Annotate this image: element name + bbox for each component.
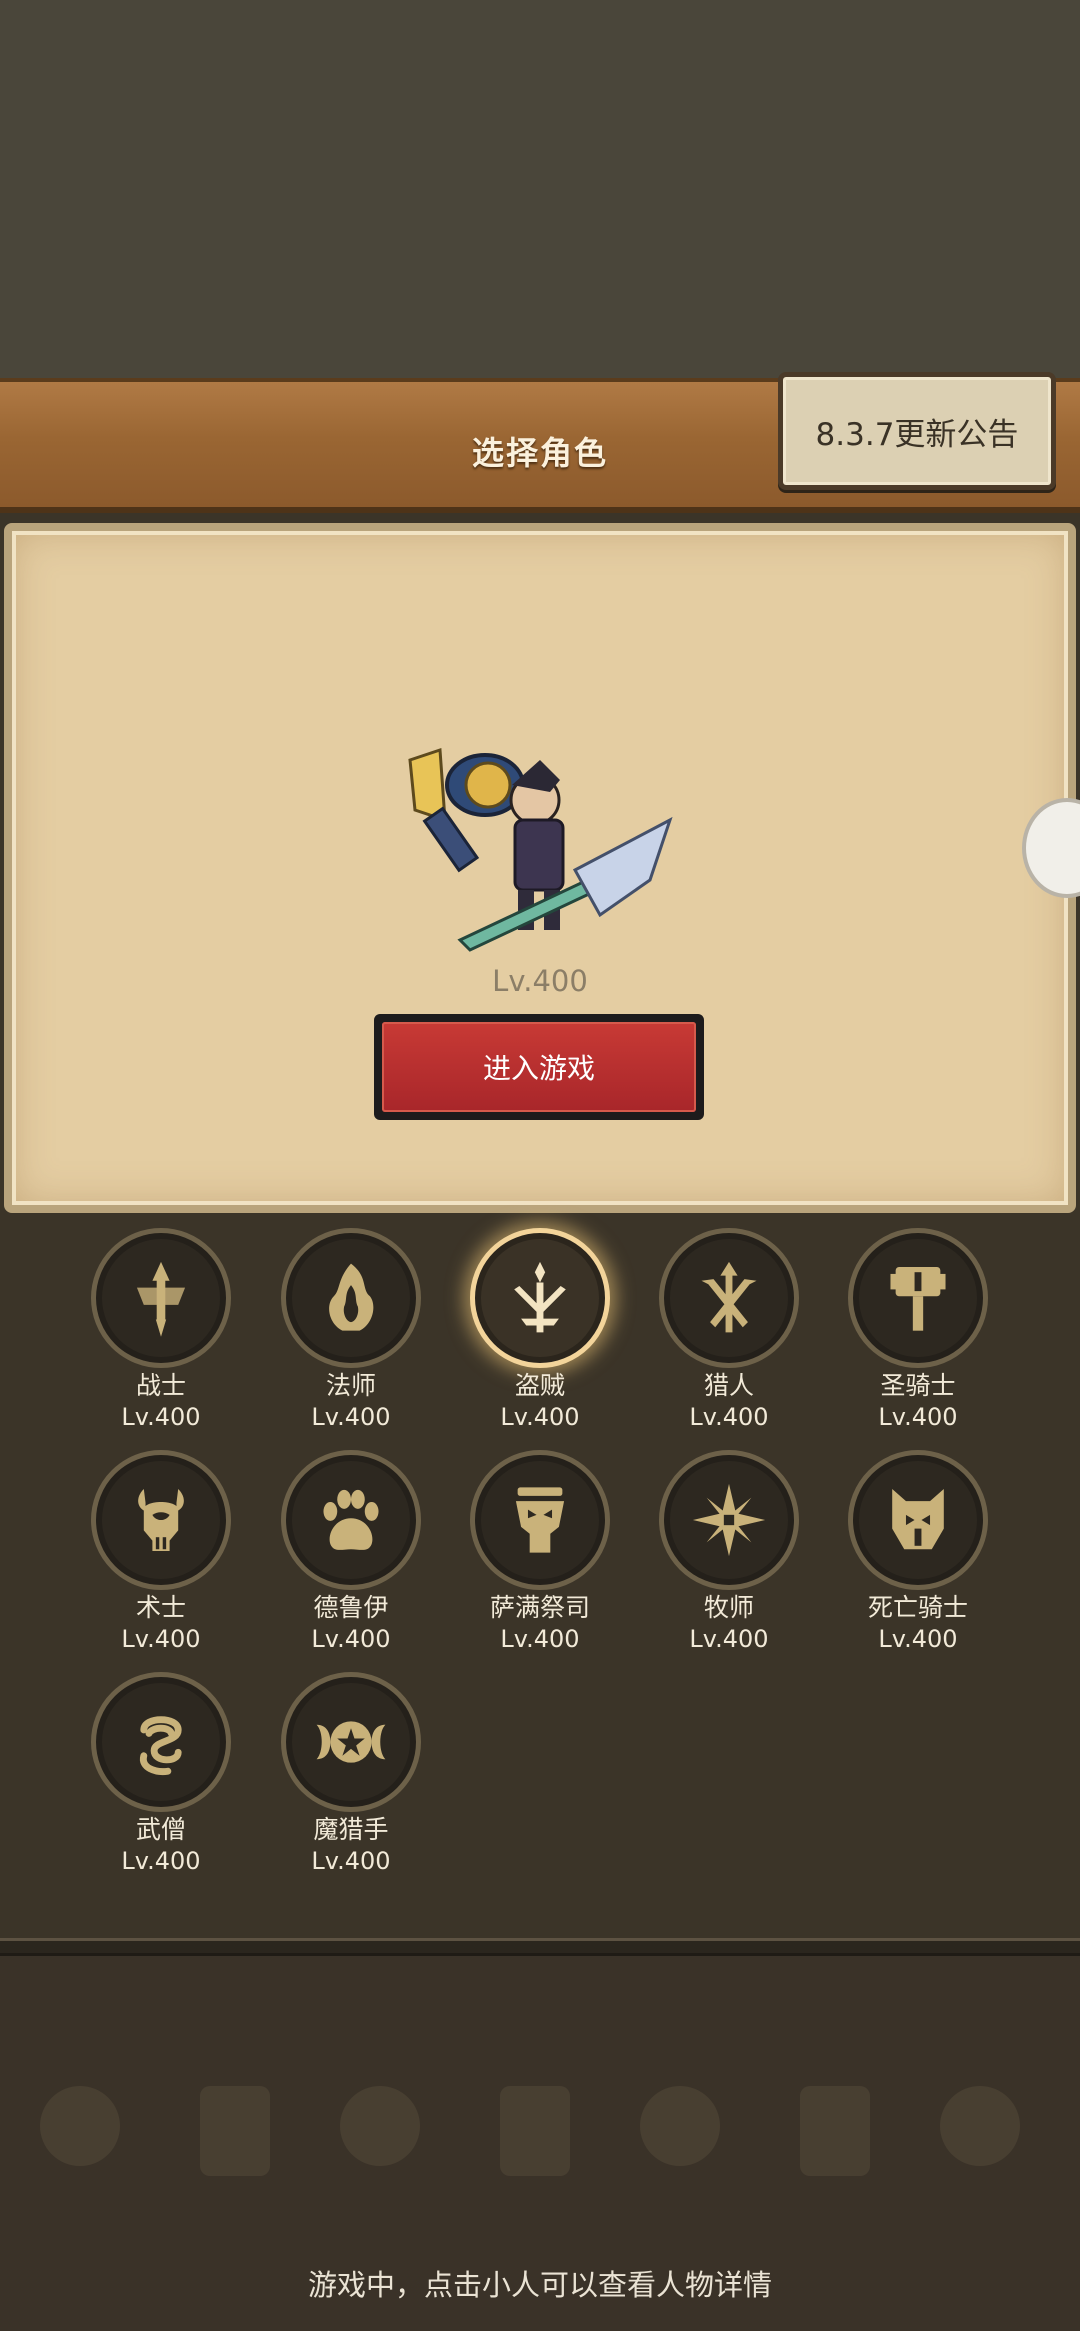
class-level: Lv.400 xyxy=(689,1625,769,1653)
class-name: 法师 xyxy=(325,1371,376,1400)
class-level: Lv.400 xyxy=(121,1847,201,1875)
class-item-mage[interactable]: 法师 Lv.400 xyxy=(266,1228,436,1432)
class-selection-grid: 战士 Lv.400 法师 Lv.400 盗贼 Lv.400 猎人 Lv.400 … xyxy=(0,1228,1080,1938)
class-item-priest[interactable]: 牧师 Lv.400 xyxy=(644,1450,814,1654)
arrows-emblem-icon xyxy=(659,1228,799,1368)
character-sprite[interactable] xyxy=(400,740,680,960)
class-name: 死亡骑士 xyxy=(867,1593,968,1622)
demon-star-emblem-icon xyxy=(281,1672,421,1812)
class-item-druid[interactable]: 德鲁伊 Lv.400 xyxy=(266,1450,436,1654)
daggers-emblem-icon xyxy=(470,1228,610,1368)
blade-icon xyxy=(457,816,673,952)
class-name: 牧师 xyxy=(703,1593,754,1622)
top-background xyxy=(0,0,1080,378)
class-item-hunter[interactable]: 猎人 Lv.400 xyxy=(644,1228,814,1432)
class-level: Lv.400 xyxy=(311,1403,391,1431)
hammer-icon xyxy=(408,747,525,873)
class-level: Lv.400 xyxy=(311,1847,391,1875)
class-level: Lv.400 xyxy=(500,1625,580,1653)
background-pattern-icon xyxy=(40,2086,1020,2176)
swirl-emblem-icon xyxy=(91,1672,231,1812)
flame-emblem-icon xyxy=(281,1228,421,1368)
gameplay-hint: 游戏中，点击小人可以查看人物详情 xyxy=(307,2268,772,2302)
class-item-rogue[interactable]: 盗贼 Lv.400 xyxy=(455,1228,625,1432)
class-item-demon-hunter[interactable]: 魔猎手 Lv.400 xyxy=(266,1672,436,1876)
paw-emblem-icon xyxy=(281,1450,421,1590)
class-name: 盗贼 xyxy=(514,1371,565,1400)
hero-level: Lv.400 xyxy=(492,964,588,998)
class-name: 萨满祭司 xyxy=(489,1593,590,1622)
totem-emblem-icon xyxy=(470,1450,610,1590)
hammer-emblem-icon xyxy=(848,1228,988,1368)
class-item-death-knight[interactable]: 死亡骑士 Lv.400 xyxy=(833,1450,1003,1654)
enter-game-button[interactable]: 进入游戏 xyxy=(374,1014,704,1120)
section-divider xyxy=(0,1938,1080,1956)
class-item-warrior[interactable]: 战士 Lv.400 xyxy=(76,1228,246,1432)
class-item-monk[interactable]: 武僧 Lv.400 xyxy=(76,1672,246,1876)
class-name: 术士 xyxy=(135,1593,186,1622)
class-level: Lv.400 xyxy=(689,1403,769,1431)
update-notice-button[interactable]: 8.3.7更新公告 xyxy=(778,372,1056,490)
class-name: 战士 xyxy=(135,1371,186,1400)
class-level: Lv.400 xyxy=(121,1403,201,1431)
sword-emblem-icon xyxy=(91,1228,231,1368)
helm-emblem-icon xyxy=(848,1450,988,1590)
class-name: 德鲁伊 xyxy=(313,1593,389,1622)
class-name: 猎人 xyxy=(703,1371,754,1400)
class-item-warlock[interactable]: 术士 Lv.400 xyxy=(76,1450,246,1654)
class-level: Lv.400 xyxy=(500,1403,580,1431)
class-level: Lv.400 xyxy=(878,1403,958,1431)
enter-game-label: 进入游戏 xyxy=(382,1022,696,1112)
class-name: 圣骑士 xyxy=(880,1371,956,1400)
class-level: Lv.400 xyxy=(121,1625,201,1653)
skull-emblem-icon xyxy=(91,1450,231,1590)
class-name: 魔猎手 xyxy=(313,1815,389,1844)
class-item-shaman[interactable]: 萨满祭司 Lv.400 xyxy=(455,1450,625,1654)
class-level: Lv.400 xyxy=(878,1625,958,1653)
star-emblem-icon xyxy=(659,1450,799,1590)
class-level: Lv.400 xyxy=(311,1625,391,1653)
class-name: 武僧 xyxy=(135,1815,186,1844)
class-item-paladin[interactable]: 圣骑士 Lv.400 xyxy=(833,1228,1003,1432)
